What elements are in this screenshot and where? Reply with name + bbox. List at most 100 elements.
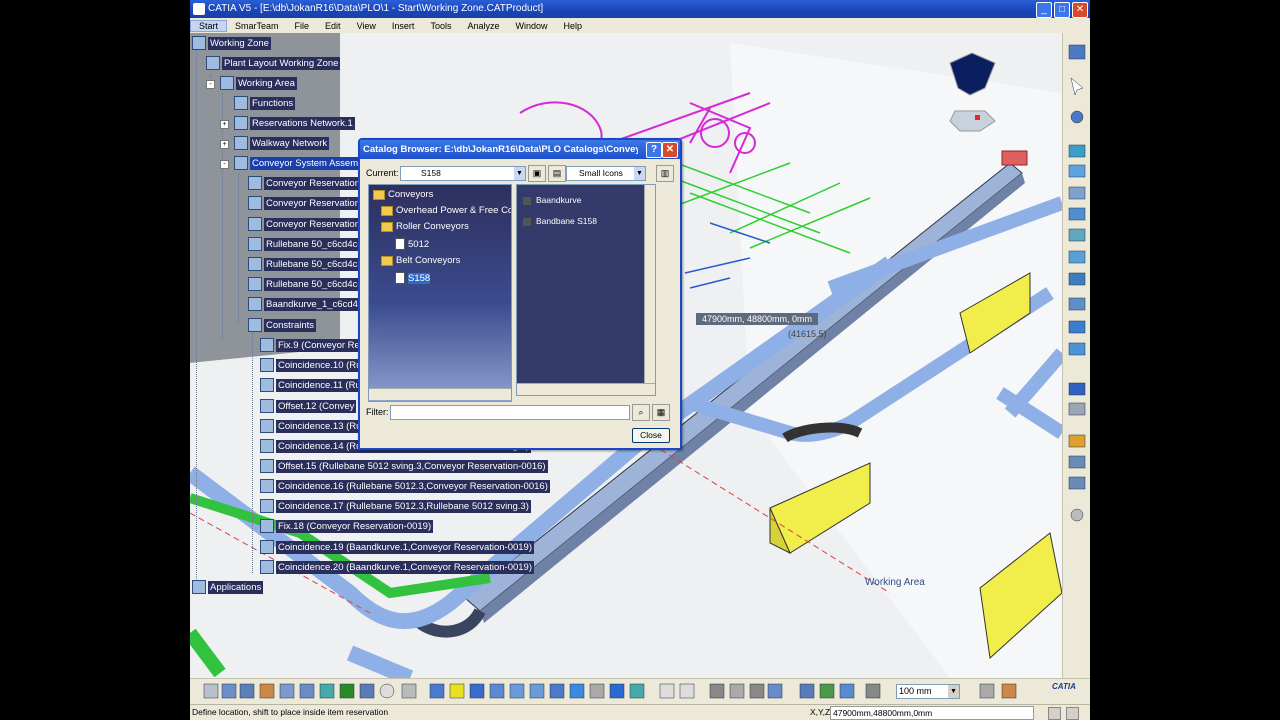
menu-tools[interactable]: Tools xyxy=(422,21,459,31)
menu-file[interactable]: File xyxy=(287,21,318,31)
chevron-down-icon: ▼ xyxy=(514,167,525,180)
scissor-icon xyxy=(203,683,219,699)
measure-item-icon xyxy=(749,683,765,699)
coordinate-tooltip-secondary: (41615.5) xyxy=(788,329,827,339)
search-binoculars-icon[interactable]: ⌕ xyxy=(632,404,650,421)
vertical-scrollbar[interactable] xyxy=(644,185,655,383)
tree-node-constraint[interactable]: Coincidence.19 (Baandkurve.1,Conveyor Re… xyxy=(260,540,535,554)
menu-window[interactable]: Window xyxy=(507,21,555,31)
tree-node-reservations-network[interactable]: Reservations Network.1 xyxy=(234,116,355,130)
current-combo[interactable]: S158 ▼ xyxy=(400,166,526,181)
filter-options-button[interactable]: ▦ xyxy=(652,404,670,421)
tree-node-constraint[interactable]: Offset.15 (Rullebane 5012 sving.3,Convey… xyxy=(260,459,548,473)
catalog-browser-dialog: Catalog Browser: E:\db\JokanR16\Data\PLO… xyxy=(358,138,682,450)
chevron-down-icon: ▼ xyxy=(948,685,959,698)
chevron-down-icon: ▼ xyxy=(634,167,645,180)
tree-node-constraint[interactable]: Coincidence.20 (Baandkurve.1,Conveyor Re… xyxy=(260,560,535,574)
catalog-node-belt-conveyors[interactable]: Belt Conveyors xyxy=(381,255,460,266)
document-icon xyxy=(395,272,405,284)
tree-node-constraint[interactable]: Offset.12 (Convey xyxy=(260,399,357,413)
menu-start[interactable]: Start xyxy=(190,19,228,32)
menu-edit[interactable]: Edit xyxy=(317,21,349,31)
tree-node-constraint[interactable]: Fix.9 (Conveyor Rese xyxy=(260,338,372,352)
tree-node-constraints[interactable]: Constraints xyxy=(248,318,317,332)
tree-node-working-zone[interactable]: Working Zone xyxy=(192,36,271,50)
tree-node-rullebane[interactable]: Rullebane 50_c6cd4c3 xyxy=(248,257,365,271)
network-icon xyxy=(234,136,248,150)
catalog-list-panel[interactable]: Baandkurve Bandbane S158 xyxy=(516,184,656,396)
table-icon xyxy=(709,683,725,699)
expand-toggle[interactable]: - xyxy=(220,160,229,169)
menu-bar: Start SmarTeam File Edit View Insert Too… xyxy=(190,18,1090,34)
tree-node-conveyor-system[interactable]: Conveyor System Assem xyxy=(234,156,361,170)
catalog-item-bandbane[interactable]: Bandbane S158 xyxy=(523,216,597,226)
help-button[interactable]: ? xyxy=(646,142,662,158)
tree-node-working-area[interactable]: Working Area xyxy=(220,76,297,90)
horizontal-scrollbar[interactable] xyxy=(517,383,655,395)
plant-layout-icon xyxy=(206,56,220,70)
tree-node-conveyor-reservation[interactable]: Conveyor Reservation xyxy=(248,196,362,210)
catalog-node-overhead[interactable]: Overhead Power & Free Co xyxy=(381,205,511,216)
analysis-icon xyxy=(1068,476,1086,490)
parts-icon xyxy=(1068,382,1086,396)
folder-icon xyxy=(381,205,393,216)
comment-icon xyxy=(679,683,695,699)
view-mode-value: Small Icons xyxy=(579,168,623,178)
catalog-node-s158[interactable]: S158 xyxy=(395,272,431,284)
close-button[interactable]: Close xyxy=(632,428,670,443)
catalog-node-5012[interactable]: 5012 xyxy=(395,238,429,250)
status-button[interactable] xyxy=(1048,707,1061,720)
sketch-icon xyxy=(1068,44,1086,60)
xyz-input[interactable]: 47900mm,48800mm,0mm xyxy=(830,706,1034,720)
menu-analyze[interactable]: Analyze xyxy=(459,21,507,31)
tree-node-functions[interactable]: Functions xyxy=(234,96,296,110)
close-window-button[interactable]: ✕ xyxy=(1072,2,1088,18)
expand-toggle[interactable]: + xyxy=(220,140,229,149)
catalog-item-baandkurve[interactable]: Baandkurve xyxy=(523,195,581,205)
measure-icon xyxy=(1068,342,1086,356)
tree-node-constraint[interactable]: Coincidence.17 (Rullebane 5012.3,Rulleba… xyxy=(260,499,531,513)
catalog-icon xyxy=(1068,320,1086,334)
horizontal-scrollbar[interactable] xyxy=(369,388,511,400)
tree-node-walkway-network[interactable]: Walkway Network xyxy=(234,136,330,150)
open-catalog-button[interactable]: ▥ xyxy=(656,165,674,182)
dialog-close-x-button[interactable]: ✕ xyxy=(662,142,678,158)
snap-distance-combo[interactable]: 100 mm ▼ xyxy=(896,684,960,699)
tree-node-constraint[interactable]: Fix.18 (Conveyor Reservation-0019) xyxy=(260,519,434,533)
catalog-view-button[interactable]: ▤ xyxy=(548,165,566,182)
tree-node-constraint[interactable]: Coincidence.16 (Rullebane 5012.3,Conveyo… xyxy=(260,479,550,493)
tree-node-applications[interactable]: Applications xyxy=(192,580,264,594)
select-cursor-icon xyxy=(1070,77,1084,96)
filter-input[interactable] xyxy=(390,405,630,420)
tree-node-plant-layout[interactable]: Plant Layout Working Zone xyxy=(206,56,341,70)
menu-insert[interactable]: Insert xyxy=(384,21,423,31)
catalog-node-conveyors[interactable]: Conveyors xyxy=(373,189,433,200)
catalog-tree-panel[interactable]: Conveyors Overhead Power & Free Co Rolle… xyxy=(368,184,512,402)
tree-node-constraint[interactable]: Coincidence.10 (Ru xyxy=(260,358,364,372)
tree-node-constraint[interactable]: Coincidence.11 (Ru xyxy=(260,378,363,392)
tree-node-conveyor-reservation[interactable]: Conveyor Reservation xyxy=(248,217,362,231)
folder-icon xyxy=(381,221,393,232)
tree-node-rullebane[interactable]: Rullebane 50_c6cd4c3 xyxy=(248,277,365,291)
part-icon xyxy=(248,237,262,251)
minimize-button[interactable]: _ xyxy=(1036,2,1052,18)
coordinate-tooltip: 47900mm, 48800mm, 0mm xyxy=(696,313,819,325)
tree-node-conveyor-reservation[interactable]: Conveyor Reservation xyxy=(248,176,362,190)
status-button[interactable] xyxy=(1066,707,1079,720)
refresh-icon xyxy=(1070,508,1084,522)
expand-toggle[interactable]: - xyxy=(206,80,215,89)
tree-node-rullebane[interactable]: Rullebane 50_c6cd4c3 xyxy=(248,237,365,251)
browse-folder-button[interactable]: ▣ xyxy=(528,165,546,182)
menu-help[interactable]: Help xyxy=(556,21,591,31)
part-icon xyxy=(248,257,262,271)
maximize-button[interactable]: □ xyxy=(1054,2,1070,18)
coincidence-icon xyxy=(260,540,274,554)
tree-node-baandkurve[interactable]: Baandkurve_1_c6cd4 xyxy=(248,297,360,311)
catalog-node-roller-conveyors[interactable]: Roller Conveyors xyxy=(381,221,469,232)
3d-viewport[interactable]: Working Zone Plant Layout Working Zone -… xyxy=(190,33,1062,678)
menu-smarteam[interactable]: SmarTeam xyxy=(227,21,287,31)
ruler-icon xyxy=(865,683,881,699)
expand-toggle[interactable]: + xyxy=(220,120,229,129)
menu-view[interactable]: View xyxy=(349,21,384,31)
view-mode-combo[interactable]: Small Icons ▼ xyxy=(566,166,646,181)
